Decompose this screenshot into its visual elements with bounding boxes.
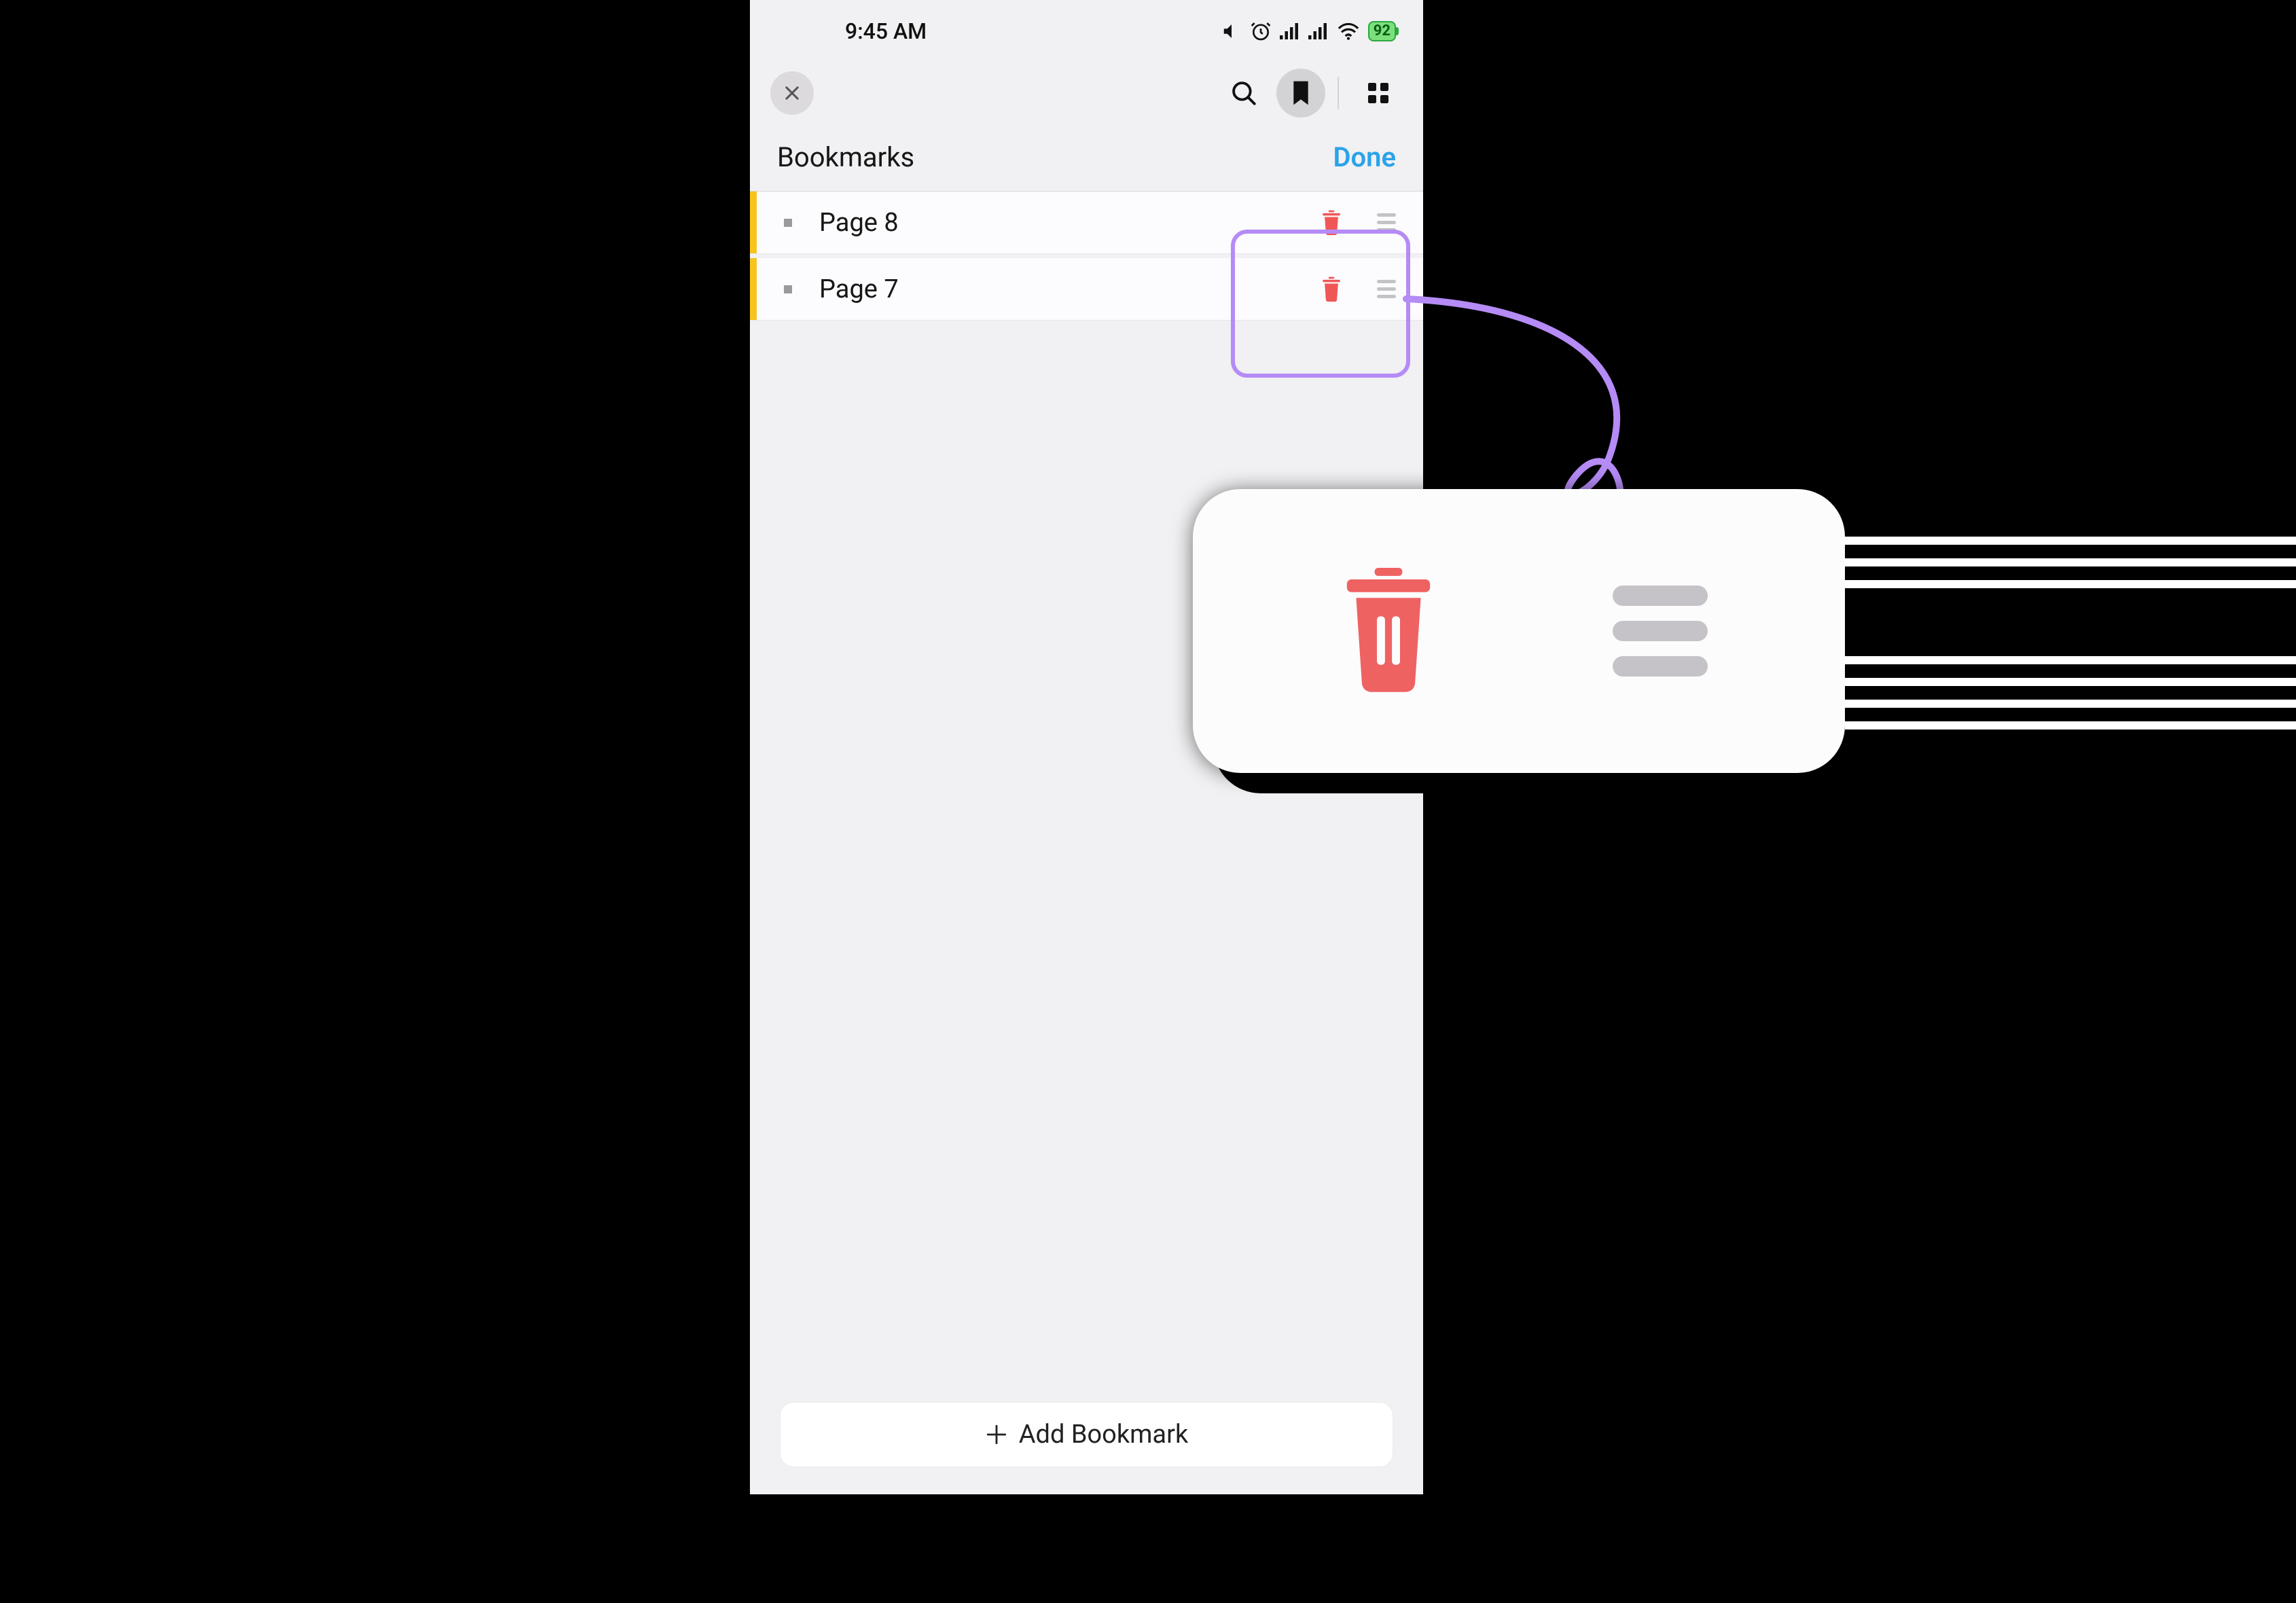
bullet-icon [784,219,792,227]
section-header: Bookmarks Done [750,124,1423,192]
status-indicators: 92 [1221,20,1396,42]
bookmarks-button[interactable] [1276,69,1325,118]
close-button[interactable] [770,71,814,115]
status-time: 9:45 AM [845,18,927,44]
grid-icon [1366,81,1391,105]
search-button[interactable] [1219,69,1268,118]
grid-button[interactable] [1354,69,1403,118]
trash-icon[interactable] [1320,276,1343,302]
trash-icon [1331,568,1446,695]
status-bar: 9:45 AM 92 [750,0,1423,62]
add-bookmark-label: Add Bookmark [1019,1420,1189,1449]
reorder-handle-icon [1613,586,1708,677]
reorder-handle-icon[interactable] [1377,213,1396,232]
decorative-lines [1845,537,2296,730]
bookmark-icon [1290,79,1312,107]
row-accent [750,258,757,320]
trash-icon[interactable] [1320,210,1343,236]
bullet-icon [784,285,792,293]
row-accent [750,192,757,253]
battery-indicator: 92 [1368,21,1396,41]
bookmark-row-actions [1320,276,1396,302]
signal-icon-2 [1308,23,1329,39]
bookmark-row[interactable]: Page 8 [750,192,1423,254]
callout-zoom [1193,489,1845,773]
bookmark-label: Page 8 [819,208,1320,238]
signal-icon-1 [1280,23,1300,39]
reorder-handle-icon[interactable] [1377,280,1396,298]
search-icon [1230,79,1258,107]
bookmark-label: Page 7 [819,274,1320,304]
toolbar [750,62,1423,124]
section-title: Bookmarks [777,141,914,173]
bookmark-row[interactable]: Page 7 [750,258,1423,321]
wifi-icon [1337,22,1360,40]
plus-icon [985,1423,1008,1446]
bookmark-list: Page 8 Page 7 [750,192,1423,325]
add-bookmark-button[interactable]: Add Bookmark [780,1402,1393,1467]
done-button[interactable]: Done [1333,141,1396,173]
alarm-icon [1250,20,1272,42]
toolbar-divider [1338,77,1339,109]
bookmark-row-actions [1320,210,1396,236]
volume-icon [1221,21,1242,41]
close-icon [783,84,802,103]
